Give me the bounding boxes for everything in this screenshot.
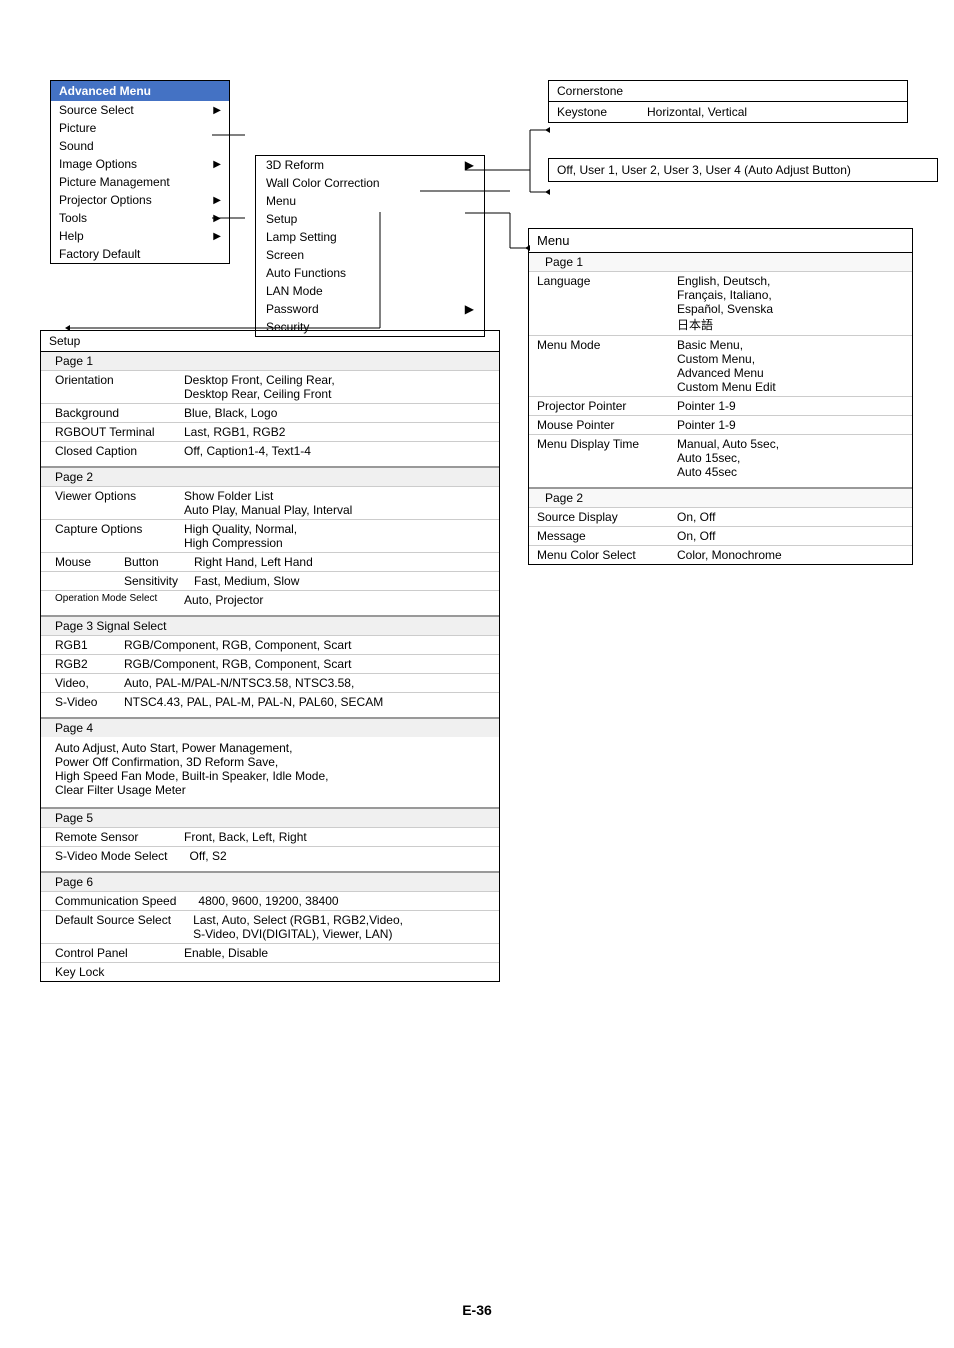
language-row: Language English, Deutsch,Français, Ital… — [529, 271, 912, 335]
orientation-row: Orientation Desktop Front, Ceiling Rear,… — [41, 370, 499, 403]
off-user-box: Off, User 1, User 2, User 3, User 4 (Aut… — [548, 158, 938, 182]
rgbout-row: RGBOUT Terminal Last, RGB1, RGB2 — [41, 422, 499, 441]
operation-mode-row: Operation Mode Select Auto, Projector — [41, 590, 499, 609]
menu-color-select-row: Menu Color Select Color, Monochrome — [529, 545, 912, 564]
menu-item-picture-management[interactable]: Picture Management — [51, 173, 229, 191]
video-row: Video, Auto, PAL-M/PAL-N/NTSC3.58, NTSC3… — [41, 673, 499, 692]
keystone-row: Keystone Horizontal, Vertical — [549, 102, 907, 122]
rgb2-row: RGB2 RGB/Component, RGB, Component, Scar… — [41, 654, 499, 673]
menu-mode-row: Menu Mode Basic Menu,Custom Menu,Advance… — [529, 335, 912, 396]
cornerstone-label: Cornerstone — [549, 81, 907, 102]
setup-page1: Page 1 — [41, 352, 499, 370]
page2-title: Page 2 — [529, 489, 912, 507]
menu-item-source-select[interactable]: Source Select ▶ — [51, 101, 229, 119]
setup-page5: Page 5 — [41, 809, 499, 827]
proj-item-screen[interactable]: Screen — [256, 246, 484, 264]
viewer-options-row: Viewer Options Show Folder ListAuto Play… — [41, 486, 499, 519]
setup-page6: Page 6 — [41, 873, 499, 891]
menu-item-factory-default[interactable]: Factory Default — [51, 245, 229, 263]
arrow-icon: ▶ — [213, 195, 221, 206]
proj-item-password[interactable]: Password ▶ — [256, 300, 484, 318]
projector-pointer-row: Projector Pointer Pointer 1-9 — [529, 396, 912, 415]
svideo-row: S-Video NTSC4.43, PAL, PAL-M, PAL-N, PAL… — [41, 692, 499, 711]
proj-item-lanmode[interactable]: LAN Mode — [256, 282, 484, 300]
page-footer: E-36 — [0, 1302, 954, 1318]
control-panel-row: Control Panel Enable, Disable — [41, 943, 499, 962]
rgb1-row: RGB1 RGB/Component, RGB, Component, Scar… — [41, 635, 499, 654]
menu-item-picture[interactable]: Picture — [51, 119, 229, 137]
arrow-icon: ▶ — [213, 105, 221, 116]
background-row: Background Blue, Black, Logo — [41, 403, 499, 422]
key-lock-row: Key Lock — [41, 962, 499, 981]
comm-speed-row: Communication Speed 4800, 9600, 19200, 3… — [41, 891, 499, 910]
source-display-row: Source Display On, Off — [529, 507, 912, 526]
page4-content: Auto Adjust, Auto Start, Power Managemen… — [41, 737, 499, 801]
setup-page3: Page 3 Signal Select — [41, 617, 499, 635]
proj-item-menu[interactable]: Menu — [256, 192, 484, 210]
arrow-icon: ▶ — [213, 231, 221, 242]
proj-item-autofunc[interactable]: Auto Functions — [256, 264, 484, 282]
message-row: Message On, Off — [529, 526, 912, 545]
default-source-row: Default Source Select Last, Auto, Select… — [41, 910, 499, 943]
arrow-icon: ▶ — [213, 159, 221, 170]
mouse-sensitivity-row: Sensitivity Fast, Medium, Slow — [41, 571, 499, 590]
proj-item-setup[interactable]: Setup — [256, 210, 484, 228]
svideo-mode-row: S-Video Mode Select Off, S2 — [41, 846, 499, 865]
page1-title: Page 1 — [529, 253, 912, 271]
menu-item-projector-options[interactable]: Projector Options ▶ — [51, 191, 229, 209]
mouse-button-row: Mouse Button Right Hand, Left Hand — [41, 552, 499, 571]
advanced-menu-title: Advanced Menu — [51, 81, 229, 101]
proj-item-wallcolor[interactable]: Wall Color Correction — [256, 174, 484, 192]
setup-title: Setup — [41, 331, 499, 351]
remote-sensor-row: Remote Sensor Front, Back, Left, Right — [41, 827, 499, 846]
closed-caption-row: Closed Caption Off, Caption1-4, Text1-4 — [41, 441, 499, 460]
menu-item-image-options[interactable]: Image Options ▶ — [51, 155, 229, 173]
proj-item-lamp[interactable]: Lamp Setting — [256, 228, 484, 246]
setup-page2: Page 2 — [41, 468, 499, 486]
arrow-icon: ▶ — [213, 213, 221, 224]
proj-item-3dref[interactable]: 3D Reform ▶ — [256, 156, 484, 174]
menu-item-sound[interactable]: Sound — [51, 137, 229, 155]
arrow-icon: ▶ — [465, 158, 474, 172]
mouse-pointer-row: Mouse Pointer Pointer 1-9 — [529, 415, 912, 434]
menu-right-title: Menu — [529, 229, 912, 252]
arrow-icon: ▶ — [465, 302, 474, 316]
setup-page4: Page 4 — [41, 719, 499, 737]
menu-item-help[interactable]: Help ▶ — [51, 227, 229, 245]
menu-item-tools[interactable]: Tools ▶ — [51, 209, 229, 227]
capture-options-row: Capture Options High Quality, Normal,Hig… — [41, 519, 499, 552]
menu-display-time-row: Menu Display Time Manual, Auto 5sec,Auto… — [529, 434, 912, 481]
